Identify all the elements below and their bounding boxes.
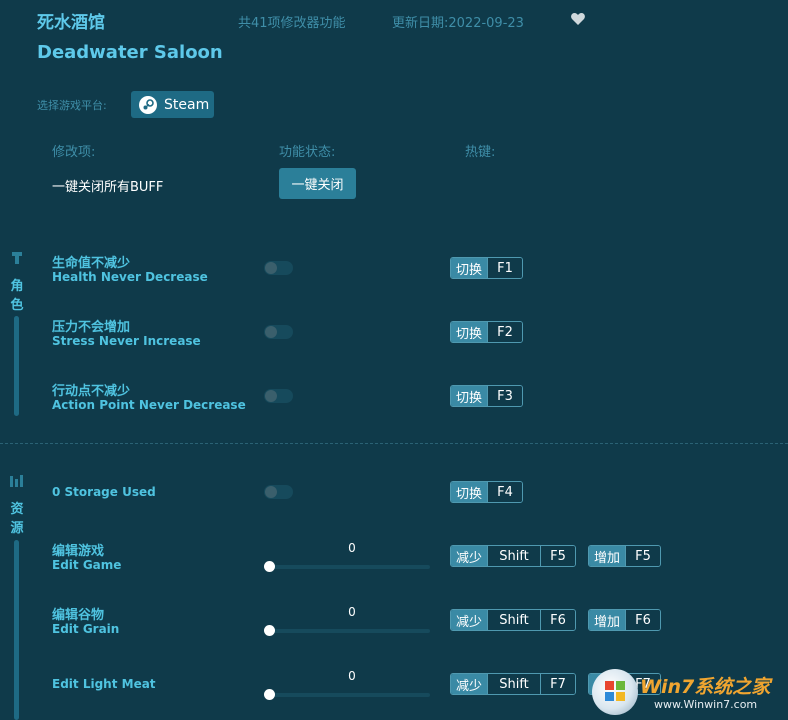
column-header-status: 功能状态: [279, 145, 336, 160]
mod-name-cn: 压力不会增加 [52, 320, 131, 335]
section-divider [0, 443, 788, 444]
hotkey-modifier: Shift [487, 610, 541, 630]
close-all-buff-button[interactable]: 一键关闭 [279, 168, 356, 199]
edit-light-meat-slider[interactable] [269, 693, 430, 697]
section-resources-bar [14, 540, 19, 720]
section-character-bar [14, 316, 19, 416]
hotkey-action: 切换 [451, 482, 488, 502]
mod-name-cn: 编辑谷物 [52, 608, 105, 623]
app-title-en: Deadwater Saloon [37, 42, 223, 63]
hotkey-key: F4 [487, 482, 523, 502]
mod-name-en: Stress Never Increase [52, 334, 201, 348]
health-toggle[interactable] [264, 261, 293, 275]
hotkey-increase-grain[interactable]: 增加 F6 [588, 609, 662, 631]
edit-game-slider[interactable] [269, 565, 430, 569]
mod-name-en: Health Never Decrease [52, 270, 208, 284]
hotkey-key: F6 [625, 610, 661, 630]
hotkey-action: 切换 [451, 258, 488, 278]
hotkey-action: 减少 [451, 610, 488, 630]
platform-label: 选择游戏平台: [37, 99, 107, 112]
hotkey-increase-game[interactable]: 增加 F5 [588, 545, 662, 567]
section-character-char-1: 角 [10, 279, 24, 294]
mod-name-en: Action Point Never Decrease [52, 398, 246, 412]
feature-count: 共41项修改器功能 [238, 16, 346, 31]
slider-thumb[interactable] [264, 625, 275, 636]
mod-name-cn: 编辑游戏 [52, 544, 105, 559]
slider-thumb[interactable] [264, 561, 275, 572]
steam-icon [139, 95, 157, 114]
slider-value: 0 [348, 605, 356, 619]
column-header-hotkey: 热键: [465, 145, 496, 160]
hotkey-health[interactable]: 切换 F1 [450, 257, 524, 279]
watermark-logo [592, 669, 638, 715]
heart-icon[interactable] [570, 11, 586, 27]
hotkey-key: F1 [487, 258, 523, 278]
hotkey-key: F7 [540, 674, 576, 694]
toggle-knob [265, 486, 277, 498]
watermark-brand: Win7系统之家 [640, 676, 771, 698]
slider-value: 0 [348, 669, 356, 683]
toggle-knob [265, 390, 277, 402]
mod-name-cn: 行动点不减少 [52, 384, 131, 399]
hotkey-decrease-light-meat[interactable]: 减少 Shift F7 [450, 673, 577, 695]
character-icon [9, 250, 25, 264]
hotkey-modifier: Shift [487, 674, 541, 694]
resources-icon [9, 473, 25, 487]
toggle-knob [265, 326, 277, 338]
hotkey-action: 增加 [589, 546, 626, 566]
action-point-toggle[interactable] [264, 389, 293, 403]
hotkey-action-point[interactable]: 切换 F3 [450, 385, 524, 407]
app-title-cn: 死水酒馆 [37, 13, 105, 33]
watermark-url: www.Winwin7.com [654, 698, 758, 711]
slider-thumb[interactable] [264, 689, 275, 700]
hotkey-modifier: Shift [487, 546, 541, 566]
edit-grain-slider[interactable] [269, 629, 430, 633]
buff-label: 一键关闭所有BUFF [52, 180, 164, 195]
hotkey-decrease-game[interactable]: 减少 Shift F5 [450, 545, 577, 567]
hotkey-action: 切换 [451, 322, 488, 342]
mod-name-en: Edit Grain [52, 622, 120, 636]
hotkey-action: 增加 [589, 610, 626, 630]
hotkey-action: 减少 [451, 674, 488, 694]
mod-name-en: Edit Game [52, 558, 122, 572]
section-resources-char-1: 资 [10, 502, 24, 517]
section-character-char-2: 色 [10, 298, 24, 313]
hotkey-key: F5 [625, 546, 661, 566]
mod-name-en: Edit Light Meat [52, 677, 156, 691]
stress-toggle[interactable] [264, 325, 293, 339]
section-resources-char-2: 源 [10, 521, 24, 536]
hotkey-key: F3 [487, 386, 523, 406]
hotkey-storage[interactable]: 切换 F4 [450, 481, 524, 503]
update-date: 更新日期:2022-09-23 [392, 16, 524, 31]
hotkey-key: F2 [487, 322, 523, 342]
hotkey-key: F6 [540, 610, 576, 630]
slider-value: 0 [348, 541, 356, 555]
hotkey-decrease-grain[interactable]: 减少 Shift F6 [450, 609, 577, 631]
mod-name-cn: 生命值不减少 [52, 256, 131, 271]
steam-label: Steam [164, 96, 210, 113]
hotkey-action: 减少 [451, 546, 488, 566]
toggle-knob [265, 262, 277, 274]
column-header-mod: 修改项: [52, 145, 96, 160]
hotkey-key: F5 [540, 546, 576, 566]
mod-name-en: 0 Storage Used [52, 485, 156, 499]
hotkey-action: 切换 [451, 386, 488, 406]
hotkey-stress[interactable]: 切换 F2 [450, 321, 524, 343]
steam-platform-button[interactable]: Steam [131, 91, 214, 118]
storage-toggle[interactable] [264, 485, 293, 499]
